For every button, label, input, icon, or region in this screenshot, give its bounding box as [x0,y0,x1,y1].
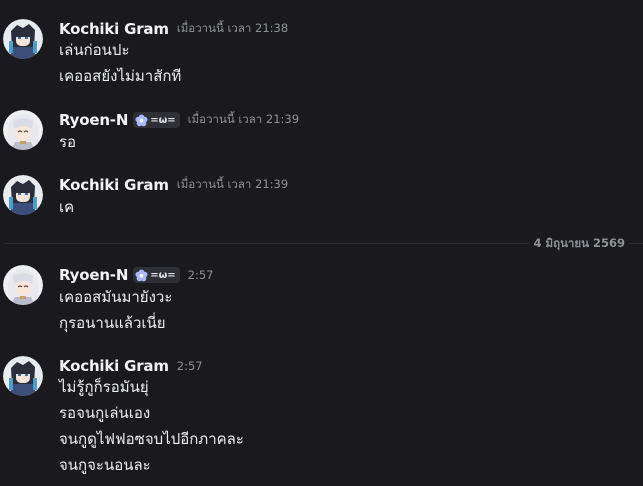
username[interactable]: Kochiki Gram [59,357,169,375]
message-header: Kochiki Gram เมื่อวานนี้ เวลา 21:39 [59,175,288,195]
role-badge[interactable]: =ω= [133,267,180,283]
flower-icon [135,113,148,126]
message-text: ไม่รู้กูก็รอมันยุ่ [59,378,149,396]
message-text: จนกูจะนอนละ [59,456,151,474]
message-text: จนกูดูไฟฟอซจบไปอีกภาคละ [59,430,244,448]
kochiki-avatar[interactable] [3,19,43,59]
timestamp[interactable]: เมื่อวานนี้ เวลา 21:38 [177,20,288,38]
message-text: เคออสยังไม่มาสักที [59,67,182,85]
username[interactable]: Kochiki Gram [59,176,169,194]
timestamp[interactable]: 2:57 [188,268,214,282]
username[interactable]: Kochiki Gram [59,20,169,38]
message-text: กุรอนานแล้วเนี่ย [59,314,166,332]
ryoen-avatar[interactable] [3,265,43,305]
message-text: เค [59,198,75,216]
message-header: Ryoen-N =ω= 2:57 [59,265,213,285]
message-text: รอจนกูเล่นเอง [59,404,151,422]
ryoen-avatar[interactable] [3,110,43,150]
message-text: เล่นก่อนปะ [59,41,130,59]
message-text: รอ [59,133,77,151]
username[interactable]: Ryoen-N [59,266,128,284]
timestamp[interactable]: เมื่อวานนี้ เวลา 21:39 [177,176,288,194]
role-badge[interactable]: =ω= [133,112,180,128]
flower-icon [135,268,148,281]
timestamp[interactable]: 2:57 [177,359,203,373]
date-divider-label: 4 มิถุนายน 2569 [529,235,629,251]
role-badge-label: =ω= [150,114,176,126]
chat-message-list[interactable]: Kochiki Gram เมื่อวานนี้ เวลา 21:38 เล่น… [0,0,643,486]
message-header: Kochiki Gram เมื่อวานนี้ เวลา 21:38 [59,19,288,39]
role-badge-label: =ω= [150,269,176,281]
username[interactable]: Ryoen-N [59,111,128,129]
kochiki-avatar[interactable] [3,356,43,396]
kochiki-avatar[interactable] [3,175,43,215]
message-header: Ryoen-N =ω= เมื่อวานนี้ เวลา 21:39 [59,110,299,130]
message-header: Kochiki Gram 2:57 [59,356,203,376]
timestamp[interactable]: เมื่อวานนี้ เวลา 21:39 [188,111,299,129]
message-text: เคออสมันมายังวะ [59,288,173,306]
